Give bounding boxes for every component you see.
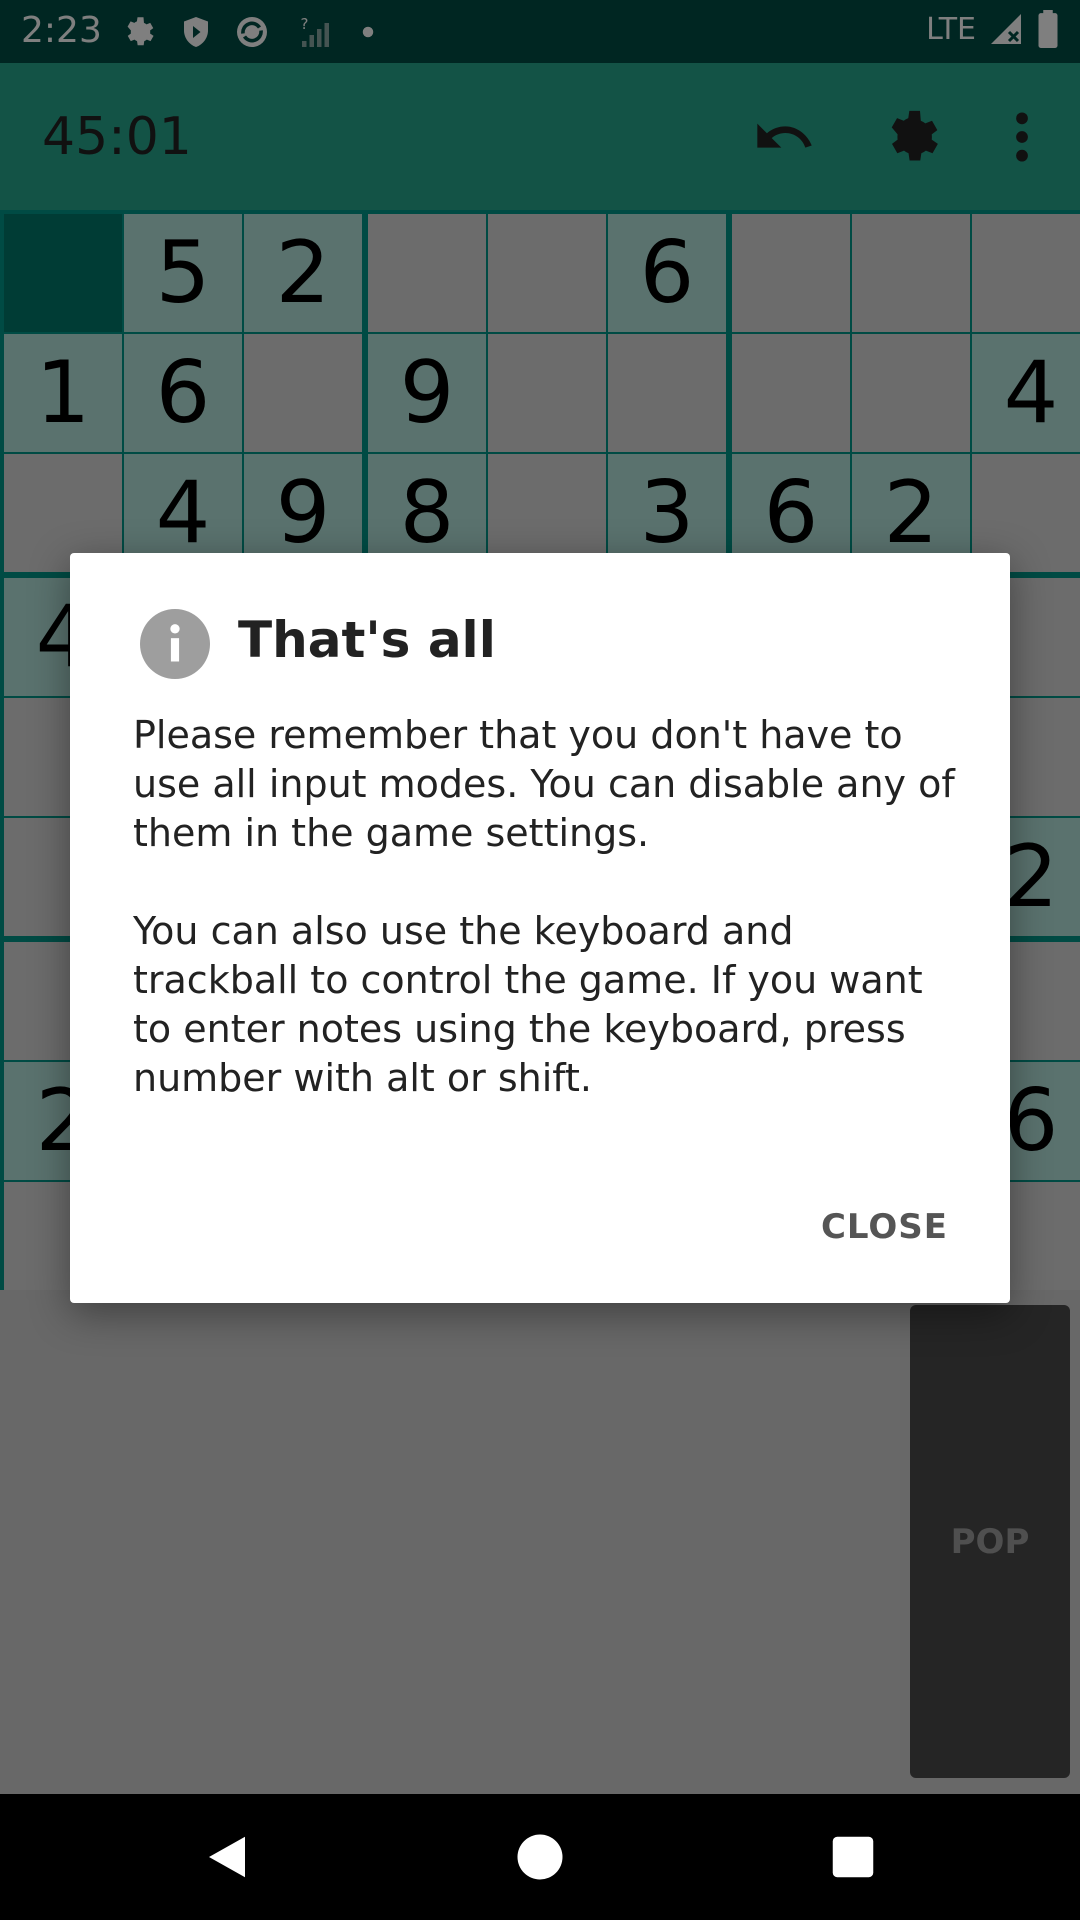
dialog-paragraph-2: You can also use the keyboard and trackb… (133, 909, 923, 1100)
home-icon[interactable] (513, 1830, 567, 1884)
close-button[interactable]: CLOSE (821, 1207, 948, 1247)
dialog-title: That's all (238, 611, 496, 669)
info-icon (140, 609, 210, 679)
info-dialog: That's all Please remember that you don'… (70, 553, 1010, 1303)
recents-icon[interactable] (826, 1830, 880, 1884)
back-icon[interactable] (200, 1830, 254, 1884)
dialog-paragraph-1: Please remember that you don't have to u… (133, 713, 955, 855)
dialog-message: Please remember that you don't have to u… (133, 711, 963, 1152)
navigation-bar (0, 1794, 1080, 1920)
